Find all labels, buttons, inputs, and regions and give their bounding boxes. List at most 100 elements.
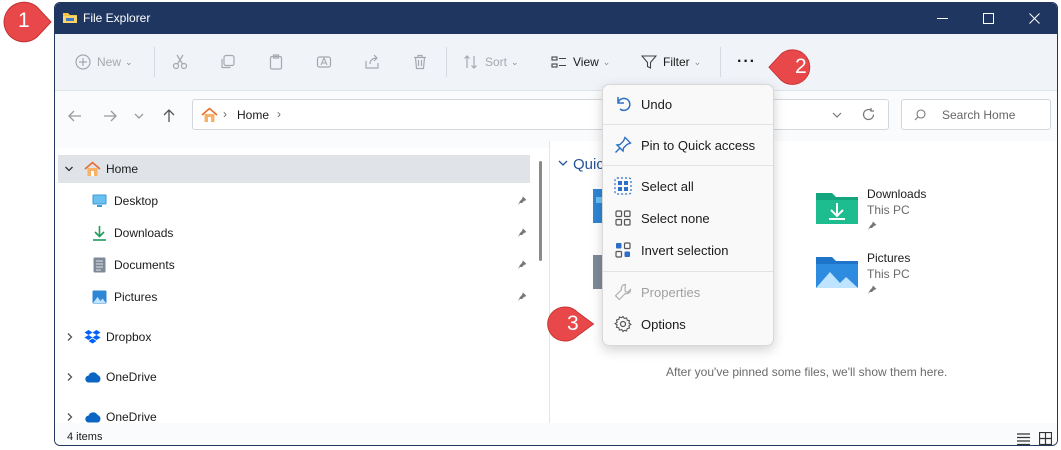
chevron-right-icon (67, 373, 73, 381)
pin-icon[interactable] (517, 228, 527, 238)
pin-icon[interactable] (517, 260, 527, 270)
wrench-icon (614, 283, 632, 301)
more-label: ··· (737, 53, 756, 70)
toolbar-divider (720, 47, 721, 77)
menu-item-label: Invert selection (641, 242, 729, 258)
menu-item-options[interactable]: Options (603, 309, 773, 339)
close-button[interactable] (1011, 3, 1057, 34)
chevron-down-icon: ⌄ (602, 56, 611, 67)
maximize-icon (982, 13, 994, 24)
desktop-icon (92, 194, 107, 207)
nav-item-desktop[interactable]: Desktop (58, 187, 530, 215)
invert-selection-icon (615, 242, 631, 258)
refresh-icon[interactable] (861, 107, 876, 122)
tiles-view-icon[interactable] (1039, 432, 1052, 445)
view-icon (551, 56, 566, 68)
view-button[interactable]: View ⌄ (551, 52, 610, 72)
see-more-menu: Undo Pin to Quick access Select all Sele… (602, 84, 774, 346)
minimize-button[interactable] (919, 3, 965, 34)
chevron-down-icon[interactable] (557, 157, 569, 169)
forward-arrow-icon[interactable] (102, 108, 118, 124)
menu-item-label: Undo (641, 96, 673, 112)
quick-access-title[interactable]: Quic (573, 156, 604, 173)
pin-icon[interactable] (517, 292, 527, 302)
rename-button[interactable] (316, 52, 332, 72)
home-icon (84, 161, 101, 176)
window-title: File Explorer (83, 11, 151, 25)
chevron-right-icon (67, 413, 73, 421)
menu-item-label: Properties (641, 284, 701, 300)
filter-button[interactable]: Filter ⌄ (641, 52, 701, 72)
callout-bubble-icon (768, 49, 811, 85)
search-box[interactable]: Search Home (901, 99, 1051, 130)
nav-item-pictures[interactable]: Pictures (58, 283, 530, 311)
search-input[interactable]: Search Home (942, 108, 1015, 122)
search-icon (914, 109, 926, 121)
paste-button[interactable] (268, 52, 284, 72)
nav-item-documents[interactable]: Documents (58, 251, 530, 279)
nav-item-home[interactable]: Home (58, 155, 530, 183)
up-arrow-icon[interactable] (161, 108, 177, 124)
menu-divider (603, 165, 773, 166)
download-icon (93, 226, 106, 241)
nav-label: Documents (114, 258, 175, 272)
menu-item-label: Select all (641, 178, 694, 194)
undo-icon (617, 97, 631, 112)
breadcrumb-home[interactable]: Home (237, 108, 269, 122)
menu-item-properties[interactable]: Properties (603, 277, 773, 307)
see-more-button[interactable]: ··· (737, 52, 756, 72)
menu-item-undo[interactable]: Undo (603, 89, 773, 119)
new-button[interactable]: New ⌄ (75, 52, 133, 72)
select-none-icon (615, 210, 631, 226)
copy-button[interactable] (220, 52, 236, 72)
nav-scrollbar[interactable] (535, 148, 549, 423)
tile-location: This PC (867, 267, 910, 281)
back-arrow-icon[interactable] (67, 108, 83, 124)
file-explorer-window: File Explorer New ⌄ Sort ⌄ View ⌄ Filter… (54, 2, 1058, 446)
menu-item-select-none[interactable]: Select none (603, 203, 773, 233)
address-history-chevron-icon[interactable] (831, 109, 843, 121)
nav-label: Pictures (114, 290, 158, 304)
documents-icon (93, 257, 106, 273)
add-icon (75, 54, 91, 70)
share-icon (365, 54, 379, 69)
recent-locations-chevron-icon[interactable] (133, 108, 145, 124)
tile-name: Downloads (867, 187, 927, 201)
nav-item-onedrive[interactable]: OneDrive (58, 363, 530, 391)
address-bar[interactable]: › Home › (192, 99, 889, 130)
nav-label: Desktop (114, 194, 159, 208)
view-label: View (573, 55, 599, 69)
maximize-button[interactable] (965, 3, 1011, 34)
callout-marker-2: 2 (768, 44, 820, 92)
item-count: 4 items (67, 431, 103, 443)
callout-number: 3 (567, 312, 579, 335)
trash-icon (414, 54, 426, 70)
menu-item-pin-to-quick-access[interactable]: Pin to Quick access (603, 130, 773, 160)
chevron-down-icon: ⌄ (511, 56, 519, 67)
details-view-icon[interactable] (1017, 433, 1030, 445)
downloads-folder-icon (816, 193, 858, 224)
folder-icon (63, 13, 77, 23)
scissors-icon (172, 54, 188, 70)
rename-icon (316, 56, 332, 68)
cut-button[interactable] (172, 52, 188, 72)
sort-button[interactable]: Sort ⌄ (463, 52, 519, 72)
pin-icon (615, 136, 632, 153)
pin-icon[interactable] (517, 196, 527, 206)
dropbox-icon (84, 330, 101, 344)
pictures-icon (92, 290, 107, 304)
menu-item-select-all[interactable]: Select all (603, 171, 773, 201)
command-bar: New ⌄ Sort ⌄ View ⌄ Filter ⌄ ··· (55, 34, 1057, 91)
nav-label: OneDrive (106, 370, 157, 384)
onedrive-icon (85, 372, 101, 383)
nav-item-dropbox[interactable]: Dropbox (58, 323, 530, 351)
copy-icon (221, 54, 235, 69)
menu-item-invert-selection[interactable]: Invert selection (603, 235, 773, 265)
sort-icon (464, 55, 477, 69)
delete-button[interactable] (412, 52, 428, 72)
nav-scrollbar-thumb[interactable] (539, 161, 542, 261)
share-button[interactable] (364, 52, 380, 72)
breadcrumb-separator-icon: › (223, 107, 227, 121)
callout-number: 1 (18, 9, 30, 32)
nav-item-downloads[interactable]: Downloads (58, 219, 530, 247)
